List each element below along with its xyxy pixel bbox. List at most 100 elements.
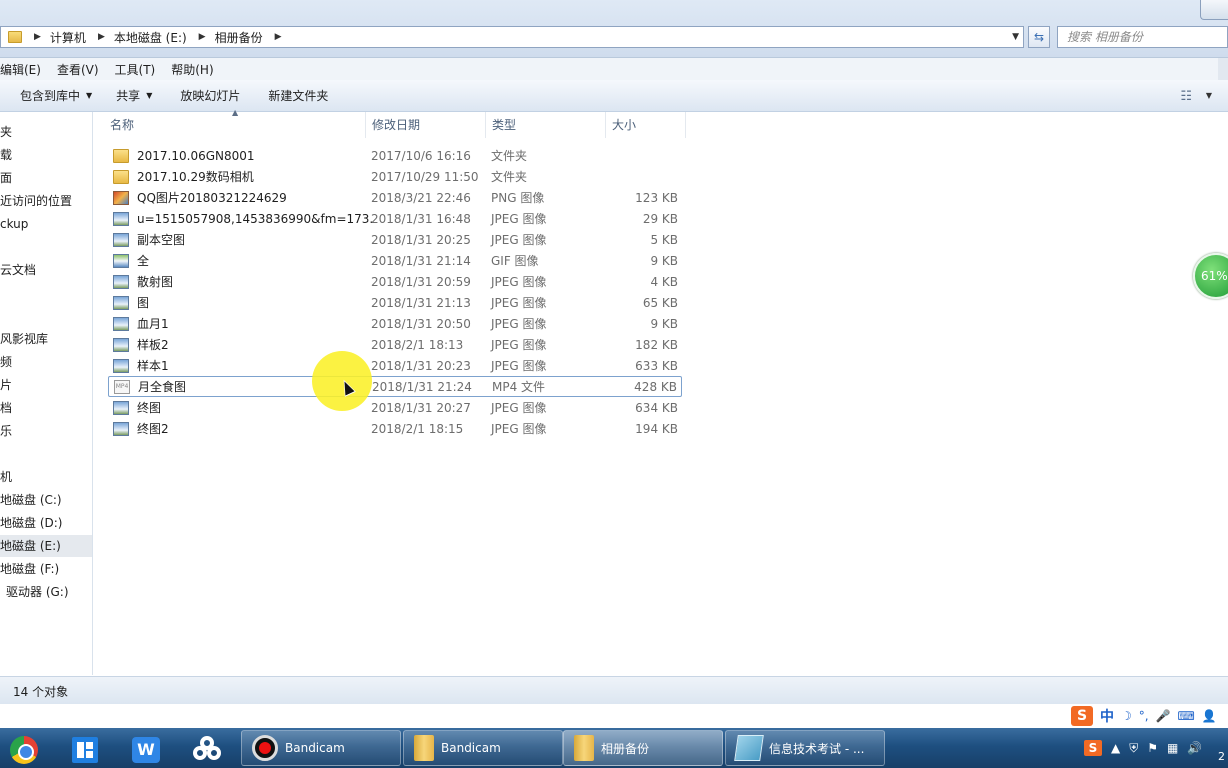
menu-edit[interactable]: 编辑(E) — [0, 61, 41, 78]
baidu-cloud-launcher[interactable] — [180, 732, 236, 768]
search-input[interactable] — [1058, 27, 1198, 47]
menu-bar: 编辑(E) 查看(V) 工具(T) 帮助(H) — [0, 58, 1228, 80]
file-name: 副本空图 — [137, 233, 186, 247]
sogou-tray-icon[interactable]: S — [1084, 740, 1102, 756]
nav-item-backup[interactable]: ckup — [0, 213, 92, 235]
mp4-file-icon: MP4 — [114, 379, 130, 394]
address-bar[interactable]: ▶ 计算机 ▶ 本地磁盘 (E:) ▶ 相册备份 ▶ ▼ — [0, 26, 1024, 48]
jpeg-image-icon — [113, 400, 129, 415]
window-control-button[interactable] — [1200, 0, 1228, 20]
file-row[interactable]: 散射图 2018/1/31 20:59 JPEG 图像 4 KB — [108, 271, 682, 292]
nav-item-drive-c[interactable]: 地磁盘 (C:) — [0, 489, 92, 511]
shield-icon[interactable]: ⛨ — [1129, 741, 1138, 756]
file-row[interactable]: 全 2018/1/31 21:14 GIF 图像 9 KB — [108, 250, 682, 271]
file-type: PNG 图像 — [491, 191, 545, 205]
nav-item-pictures[interactable]: 片 — [0, 374, 92, 396]
tray-expand-icon[interactable]: ▲ — [1111, 741, 1120, 755]
new-folder-button[interactable]: 新建文件夹 — [258, 87, 338, 104]
nav-item-drive-g[interactable]: 驱动器 (G:) — [0, 581, 92, 603]
file-row[interactable]: 样本1 2018/1/31 20:23 JPEG 图像 633 KB — [108, 355, 682, 376]
breadcrumb-computer[interactable]: 计算机 — [50, 29, 86, 46]
nav-item-video-library[interactable]: 风影视库 — [0, 328, 92, 350]
file-row[interactable]: QQ图片20180321224629 2018/3/21 22:46 PNG 图… — [108, 187, 682, 208]
column-header-date[interactable]: 修改日期 — [366, 112, 486, 138]
wps-icon: W — [132, 737, 160, 763]
sogou-logo-icon[interactable]: S — [1071, 706, 1093, 726]
nav-item-computer[interactable]: 机 — [0, 466, 92, 488]
menu-tools[interactable]: 工具(T) — [115, 61, 156, 78]
taskbar-button-label: Bandicam — [285, 741, 345, 755]
chevron-down-icon[interactable]: ▼ — [1206, 91, 1212, 100]
gif-image-icon — [113, 253, 129, 268]
column-header-size[interactable]: 大小 — [606, 112, 686, 138]
taskbar-button-album-backup[interactable]: 相册备份 — [563, 730, 723, 766]
jpeg-image-icon — [113, 232, 129, 247]
wps-launcher[interactable]: W — [118, 732, 174, 768]
nav-item-documents[interactable]: 档 — [0, 397, 92, 419]
user-icon[interactable]: 👤 — [1202, 709, 1217, 723]
slideshow-button[interactable]: 放映幻灯片 — [170, 87, 250, 104]
app-launcher[interactable] — [57, 732, 113, 768]
taskbar-button-it-exam[interactable]: 信息技术考试 - ... — [725, 730, 885, 766]
file-row-hovered[interactable]: MP4 月全食图 2018/1/31 21:24 MP4 文件 428 KB — [108, 376, 682, 397]
ime-mode-chinese[interactable]: 中 — [1100, 706, 1114, 726]
file-size: 29 KB — [642, 211, 678, 226]
nav-item-drive-e[interactable]: 地磁盘 (E:) — [0, 535, 92, 557]
nav-item-videos[interactable]: 频 — [0, 351, 92, 373]
nav-item-drive-d[interactable]: 地磁盘 (D:) — [0, 512, 92, 534]
command-bar: 包含到库中 ▼ 共享 ▼ 放映幻灯片 新建文件夹 ☷ ▼ — [0, 80, 1228, 112]
file-row[interactable]: 样板2 2018/2/1 18:13 JPEG 图像 182 KB — [108, 334, 682, 355]
microphone-icon[interactable]: 🎤 — [1156, 709, 1171, 723]
column-header-type[interactable]: 类型 — [486, 112, 606, 138]
nav-item-desktop[interactable]: 面 — [0, 167, 92, 189]
chevron-right-icon[interactable]: ▶ — [98, 32, 105, 42]
file-type: JPEG 图像 — [491, 422, 547, 436]
file-row[interactable]: 终图 2018/1/31 20:27 JPEG 图像 634 KB — [108, 397, 682, 418]
ime-toolbar: S 中 ☽ °, 🎤 ⌨ 👤 — [1071, 704, 1217, 728]
search-box[interactable] — [1057, 26, 1228, 48]
nav-item-cloud-docs[interactable]: 云文档 — [0, 259, 92, 281]
menu-view[interactable]: 查看(V) — [57, 61, 99, 78]
chevron-right-icon[interactable]: ▶ — [34, 32, 41, 42]
nav-item-favorites[interactable]: 夹 — [0, 121, 92, 143]
nav-item-recent-places[interactable]: 近访问的位置 — [0, 190, 92, 212]
file-date: 2018/3/21 22:46 — [371, 190, 471, 205]
status-bar: 14 个对象 — [0, 676, 1228, 704]
keyboard-icon[interactable]: ⌨ — [1178, 709, 1195, 723]
file-row[interactable]: 血月1 2018/1/31 20:50 JPEG 图像 9 KB — [108, 313, 682, 334]
file-row[interactable]: 终图2 2018/2/1 18:15 JPEG 图像 194 KB — [108, 418, 682, 439]
file-row[interactable]: u=1515057908,1453836990&fm=173... 2018/1… — [108, 208, 682, 229]
punctuation-icon[interactable]: °, — [1139, 709, 1149, 723]
breadcrumb-album-backup[interactable]: 相册备份 — [215, 29, 263, 46]
file-date: 2018/1/31 20:23 — [371, 358, 471, 373]
view-options-icon[interactable]: ☷ — [1180, 89, 1192, 104]
menu-scrollbar[interactable] — [1218, 58, 1228, 80]
nav-item-downloads[interactable]: 载 — [0, 144, 92, 166]
include-library-label: 包含到库中 — [20, 89, 81, 103]
volume-icon[interactable]: 🔊 — [1187, 741, 1202, 755]
chrome-launcher[interactable] — [0, 732, 52, 768]
item-count: 14 个对象 — [13, 685, 69, 699]
breadcrumb-drive-e[interactable]: 本地磁盘 (E:) — [114, 29, 187, 46]
file-name: 2017.10.06GN8001 — [137, 148, 255, 163]
file-row[interactable]: 2017.10.29数码相机 2017/10/29 11:50 文件夹 — [108, 166, 682, 187]
column-header-name[interactable]: 名称 — [94, 112, 366, 138]
taskbar-clock[interactable]: 2 — [1218, 750, 1225, 763]
include-library-button[interactable]: 包含到库中 ▼ — [10, 87, 102, 104]
network-icon[interactable]: ▦ — [1167, 741, 1178, 755]
taskbar-button-bandicam-folder[interactable]: Bandicam — [403, 730, 563, 766]
moon-icon[interactable]: ☽ — [1121, 709, 1132, 723]
flag-icon[interactable]: ⚑ — [1147, 741, 1158, 755]
file-row[interactable]: 2017.10.06GN8001 2017/10/6 16:16 文件夹 — [108, 145, 682, 166]
chevron-right-icon[interactable]: ▶ — [199, 32, 206, 42]
share-button[interactable]: 共享 ▼ — [106, 87, 162, 104]
file-row[interactable]: 图 2018/1/31 21:13 JPEG 图像 65 KB — [108, 292, 682, 313]
chevron-right-icon[interactable]: ▶ — [275, 32, 282, 42]
chevron-down-icon[interactable]: ▼ — [1012, 32, 1019, 42]
refresh-button[interactable]: ⇆ — [1028, 26, 1050, 48]
file-row[interactable]: 副本空图 2018/1/31 20:25 JPEG 图像 5 KB — [108, 229, 682, 250]
taskbar-button-bandicam-rec[interactable]: Bandicam — [241, 730, 401, 766]
nav-item-music[interactable]: 乐 — [0, 420, 92, 442]
nav-item-drive-f[interactable]: 地磁盘 (F:) — [0, 558, 92, 580]
menu-help[interactable]: 帮助(H) — [171, 61, 213, 78]
